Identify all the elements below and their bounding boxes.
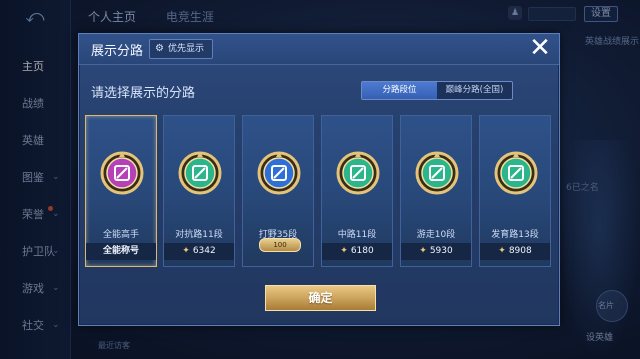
peak-score-icon: ✦ <box>498 246 506 256</box>
dialog-header: 展示分路 ⚙ 优先显示 <box>79 34 559 65</box>
lane-card-footer: 全能称号 <box>86 243 156 260</box>
select-prompt: 请选择展示的分路 <box>91 86 196 101</box>
farm-lane-icon <box>494 151 538 195</box>
medal-badge: 100 <box>259 238 301 252</box>
lane-card-footer: ✦ 8908 <box>480 243 550 260</box>
lane-card-name: 全能高手 <box>102 230 139 240</box>
lane-card-name: 对抗路11段 <box>175 230 223 240</box>
lane-card-name: 发育路13段 <box>491 230 539 240</box>
peak-score-icon: ✦ <box>340 246 348 256</box>
mid-lane-icon <box>336 151 380 195</box>
confirm-button[interactable]: 确定 <box>265 285 376 311</box>
jungle-icon <box>257 151 301 195</box>
peak-score: 5930 <box>429 246 453 256</box>
lane-display-dialog: 展示分路 ⚙ 优先显示 请选择展示的分路 分路段位 巅峰分路(全国) 全能高手全… <box>78 33 560 326</box>
title-label: 全能称号 <box>102 246 139 256</box>
gear-icon: ⚙ <box>155 43 164 54</box>
peak-score-icon: ✦ <box>419 246 427 256</box>
clash-lane-icon <box>178 151 222 195</box>
roam-icon <box>415 151 459 195</box>
allround-icon <box>100 151 144 195</box>
lane-card-name: 中路11段 <box>337 230 377 240</box>
segment-lane-rank[interactable]: 分路段位 <box>362 82 437 99</box>
segment-peak-lane[interactable]: 巅峰分路(全国) <box>437 82 512 99</box>
lane-card[interactable]: 发育路13段 ✦ 8908 <box>479 115 551 267</box>
priority-display-label: 优先显示 <box>168 44 205 54</box>
lane-card[interactable]: 打野35段 100 <box>242 115 314 267</box>
peak-score: 8908 <box>508 246 532 256</box>
peak-score-icon: ✦ <box>182 246 190 256</box>
peak-score: 6342 <box>192 246 216 256</box>
priority-display-button[interactable]: ⚙ 优先显示 <box>149 39 213 59</box>
lane-card[interactable]: 全能高手 全能称号 <box>85 115 157 267</box>
lane-card-footer: ✦ 5930 <box>401 243 471 260</box>
lane-card[interactable]: 游走10段 ✦ 5930 <box>400 115 472 267</box>
lane-card-footer: ✦ 6342 <box>164 243 234 260</box>
peak-score: 6180 <box>350 246 374 256</box>
lane-card-name: 游走10段 <box>416 230 456 240</box>
lane-cards: 全能高手 全能称号 对抗路11段 ✦ 6342 打野35段 100 中路11段 ✦ 6180 游走1… <box>85 115 555 267</box>
lane-card[interactable]: 对抗路11段 ✦ 6342 <box>163 115 235 267</box>
lane-card[interactable]: 中路11段 ✦ 6180 <box>321 115 393 267</box>
segment-control: 分路段位 巅峰分路(全国) <box>361 81 513 100</box>
close-icon[interactable]: ✕ <box>527 35 553 61</box>
lane-card-footer: ✦ 6180 <box>322 243 392 260</box>
dialog-title: 展示分路 <box>91 44 144 59</box>
